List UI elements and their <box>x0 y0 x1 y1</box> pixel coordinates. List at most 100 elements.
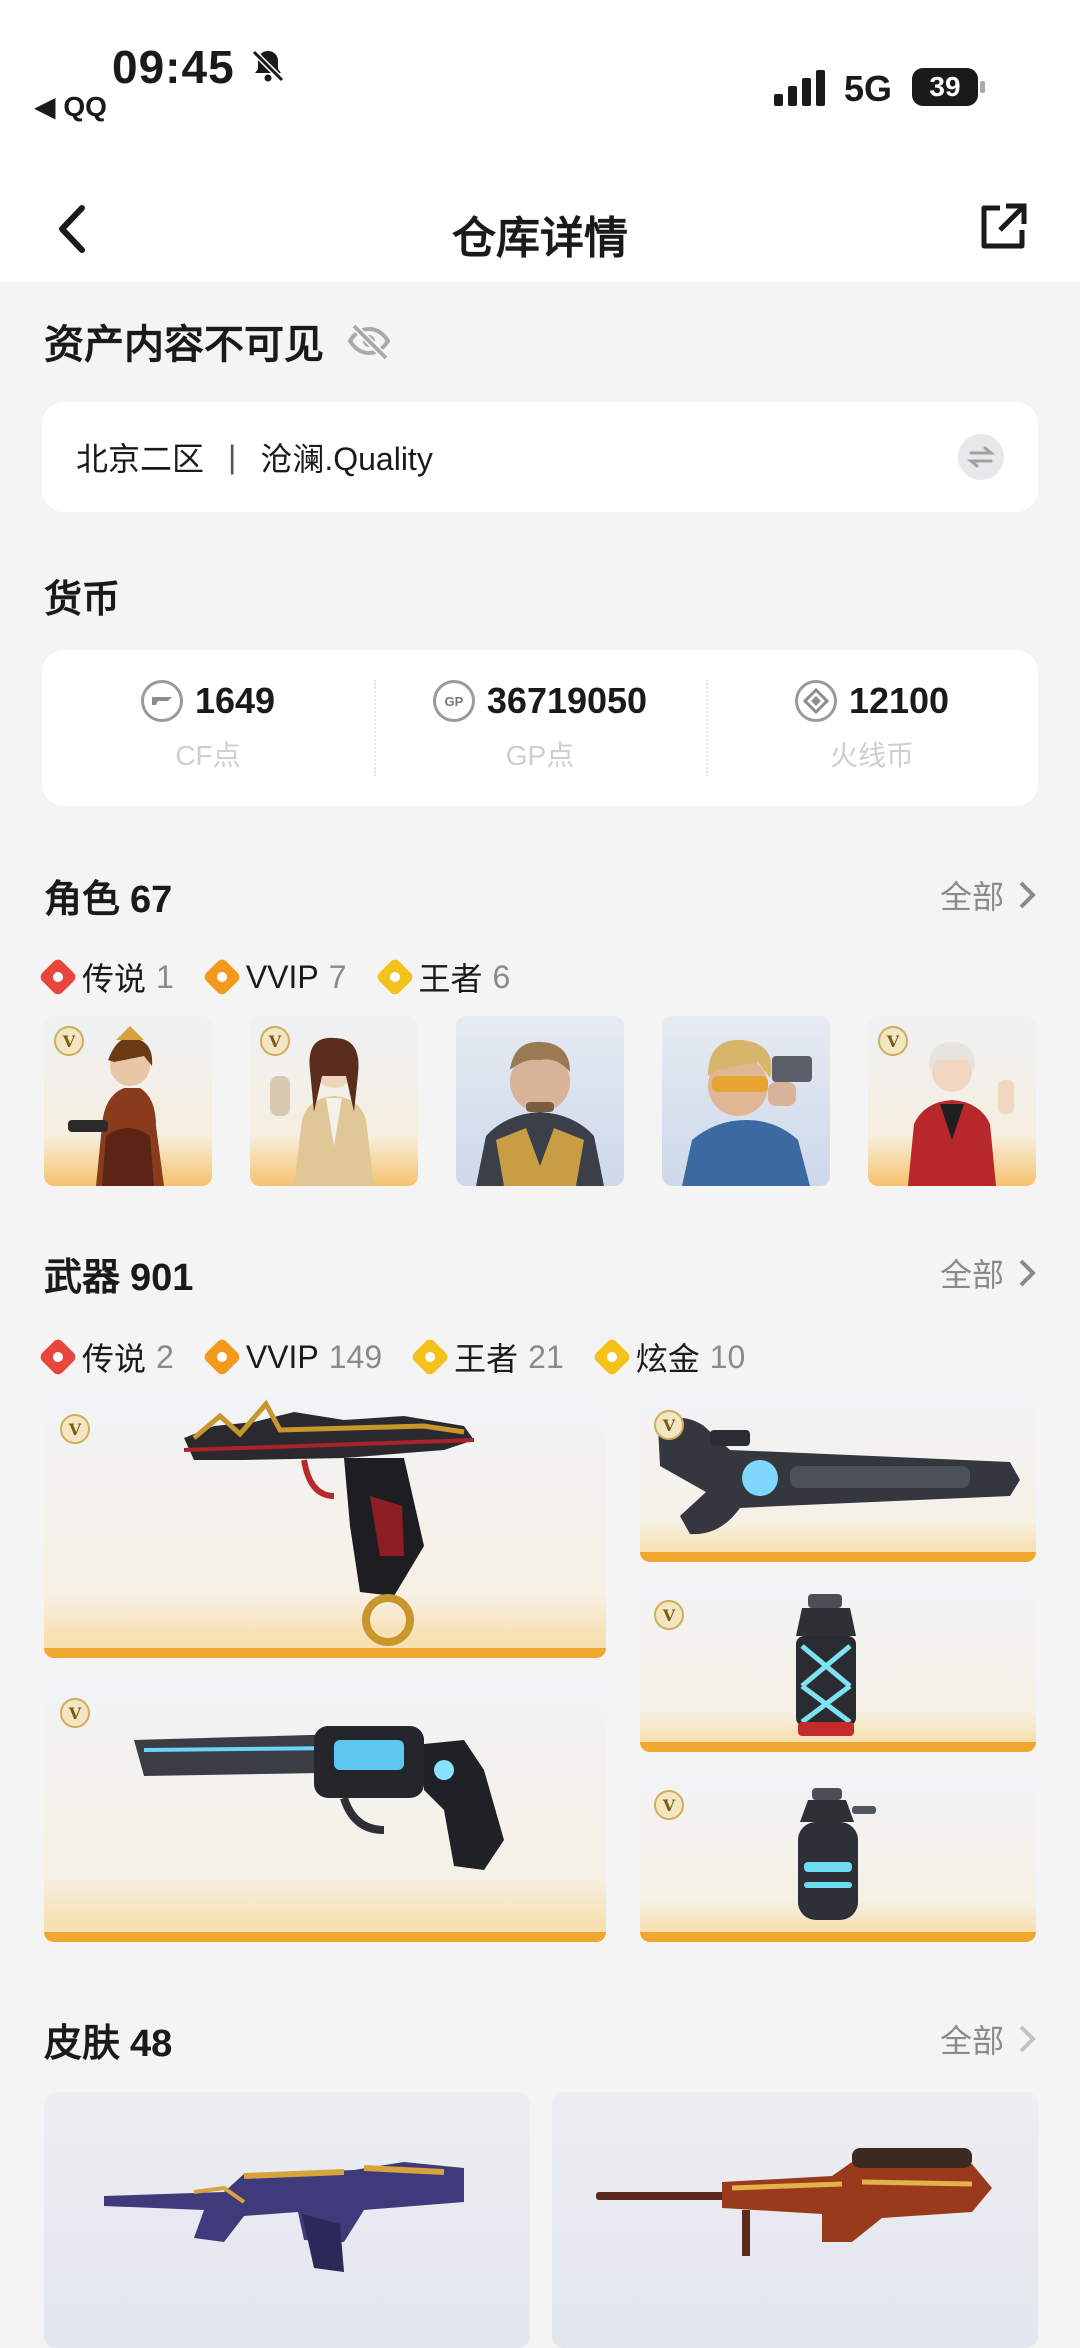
skins-count: 48 <box>130 2023 173 2065</box>
tag-count: 2 <box>156 1338 174 1375</box>
tag-legend[interactable]: 传说 2 <box>38 1334 174 1380</box>
eye-off-icon[interactable] <box>346 318 392 364</box>
swap-icon <box>967 446 995 468</box>
tag-label: 传说 <box>82 961 147 997</box>
vip-badge-icon: V <box>60 1698 90 1728</box>
gp-point-value: 36719050 <box>486 680 648 721</box>
vip-badge-icon: V <box>654 1790 684 1820</box>
gp-point-icon: GP <box>432 680 475 722</box>
tag-legend[interactable]: 传说 1 <box>38 954 174 1000</box>
gp-point-label: GP点 <box>505 740 575 771</box>
skin-card[interactable] <box>552 2092 1038 2348</box>
weapon-card[interactable]: V <box>640 1586 1036 1752</box>
role-card[interactable] <box>662 1016 830 1186</box>
skin-image <box>596 2148 992 2256</box>
roles-all-label: 全部 <box>939 879 1004 915</box>
tag-king[interactable]: 王者 21 <box>410 1334 564 1380</box>
firewire-coin-value: 12100 <box>848 680 950 721</box>
privacy-notice: 资产内容不可见 <box>44 312 392 370</box>
king-rarity-icon <box>374 957 415 997</box>
tag-count: 7 <box>328 958 347 995</box>
roles-view-all[interactable]: 全部 <box>940 872 1036 918</box>
weapons-count: 901 <box>130 1257 194 1299</box>
tag-count: 149 <box>328 1338 383 1375</box>
weapons-section-title: 武器 901 <box>44 1246 193 1301</box>
legend-rarity-icon <box>38 957 78 997</box>
nav-bar: 仓库详情 <box>0 150 1080 282</box>
skin-image <box>104 2162 464 2272</box>
skins-title: 皮肤 <box>44 2023 121 2065</box>
page-title: 仓库详情 <box>452 214 628 263</box>
currency-card: 1649 CF点 GP 36719050 GP点 12100 火线币 <box>42 650 1038 806</box>
weapon-card[interactable]: V <box>44 1396 606 1658</box>
tag-label: 王者 <box>418 961 483 997</box>
vip-badge-icon: V <box>260 1026 290 1056</box>
tag-label: VVIP <box>245 958 319 995</box>
chevron-right-icon <box>1019 2025 1036 2053</box>
weapon-image <box>658 1418 1020 1535</box>
tag-label: VVIP <box>245 1338 319 1375</box>
firewire-coin-icon <box>794 680 837 722</box>
status-time: 09:45 <box>112 41 235 93</box>
vip-badge-icon: V <box>54 1026 84 1056</box>
weapon-card[interactable]: V <box>44 1680 606 1942</box>
weapon-card[interactable]: V <box>640 1776 1036 1942</box>
cf-point-icon <box>140 680 183 722</box>
tag-count: 6 <box>492 958 511 995</box>
tag-king[interactable]: 王者 6 <box>374 954 511 1000</box>
gold-rarity-icon <box>591 1337 632 1377</box>
battery-level: 39 <box>929 71 961 102</box>
vvip-rarity-icon <box>202 1337 242 1377</box>
tag-count: 1 <box>156 958 174 995</box>
currency-gp: GP 36719050 GP点 <box>374 650 706 806</box>
chevron-right-icon <box>1019 881 1036 909</box>
share-icon[interactable] <box>978 202 1028 252</box>
server-region: 北京二区 <box>76 441 205 477</box>
weapons-all-label: 全部 <box>939 1257 1004 1293</box>
vip-badge-icon: V <box>654 1600 684 1630</box>
vvip-rarity-icon <box>202 957 242 997</box>
skin-card[interactable] <box>44 2092 530 2348</box>
roles-section-title: 角色 67 <box>44 868 172 923</box>
tag-vvip[interactable]: VVIP 7 <box>202 954 347 1000</box>
king-rarity-icon <box>410 1337 450 1377</box>
vip-badge-icon: V <box>878 1026 908 1056</box>
signal-icon <box>774 70 825 106</box>
role-image <box>682 1039 812 1186</box>
tag-label: 王者 <box>454 1341 519 1377</box>
skins-section-title: 皮肤 48 <box>44 2012 172 2067</box>
network-type: 5G <box>844 68 893 109</box>
role-card[interactable]: V <box>250 1016 418 1186</box>
currency-cf: 1649 CF点 <box>42 650 374 806</box>
cf-point-value: 1649 <box>194 680 276 721</box>
tag-count: 10 <box>709 1338 746 1375</box>
role-card[interactable]: V <box>44 1016 212 1186</box>
server-separator: | <box>228 438 237 475</box>
role-card[interactable]: V <box>868 1016 1036 1186</box>
role-card[interactable] <box>456 1016 624 1186</box>
tag-gold[interactable]: 炫金 10 <box>591 1334 746 1380</box>
privacy-label: 资产内容不可见 <box>44 323 324 367</box>
server-selector[interactable]: 北京二区 | 沧澜.Quality <box>42 402 1038 512</box>
chevron-right-icon <box>1019 1259 1036 1287</box>
role-thumbnails: V V V <box>44 1016 1036 1186</box>
vip-badge-icon: V <box>60 1414 90 1444</box>
weapon-card[interactable]: V <box>640 1396 1036 1562</box>
character-name: 沧澜.Quality <box>260 441 433 477</box>
legend-rarity-icon <box>38 1337 78 1377</box>
status-bar: 09:45 ◀ QQ 5G 39 <box>0 0 1080 150</box>
currency-section-title: 货币 <box>44 579 121 621</box>
weapon-image <box>183 1399 475 1646</box>
role-image <box>476 1041 604 1186</box>
tag-count: 21 <box>528 1338 564 1375</box>
vip-badge-icon: V <box>654 1410 684 1440</box>
back-to-app-link[interactable]: ◀ QQ <box>34 90 107 123</box>
tag-label: 传说 <box>82 1341 147 1377</box>
weapons-view-all[interactable]: 全部 <box>940 1250 1036 1296</box>
weapon-image <box>798 1788 876 1920</box>
bell-muted-icon <box>251 49 285 83</box>
skins-view-all[interactable]: 全部 <box>940 2016 1036 2062</box>
switch-account-button[interactable] <box>958 434 1004 480</box>
tag-label: 炫金 <box>635 1341 700 1377</box>
tag-vvip[interactable]: VVIP 149 <box>202 1334 383 1380</box>
